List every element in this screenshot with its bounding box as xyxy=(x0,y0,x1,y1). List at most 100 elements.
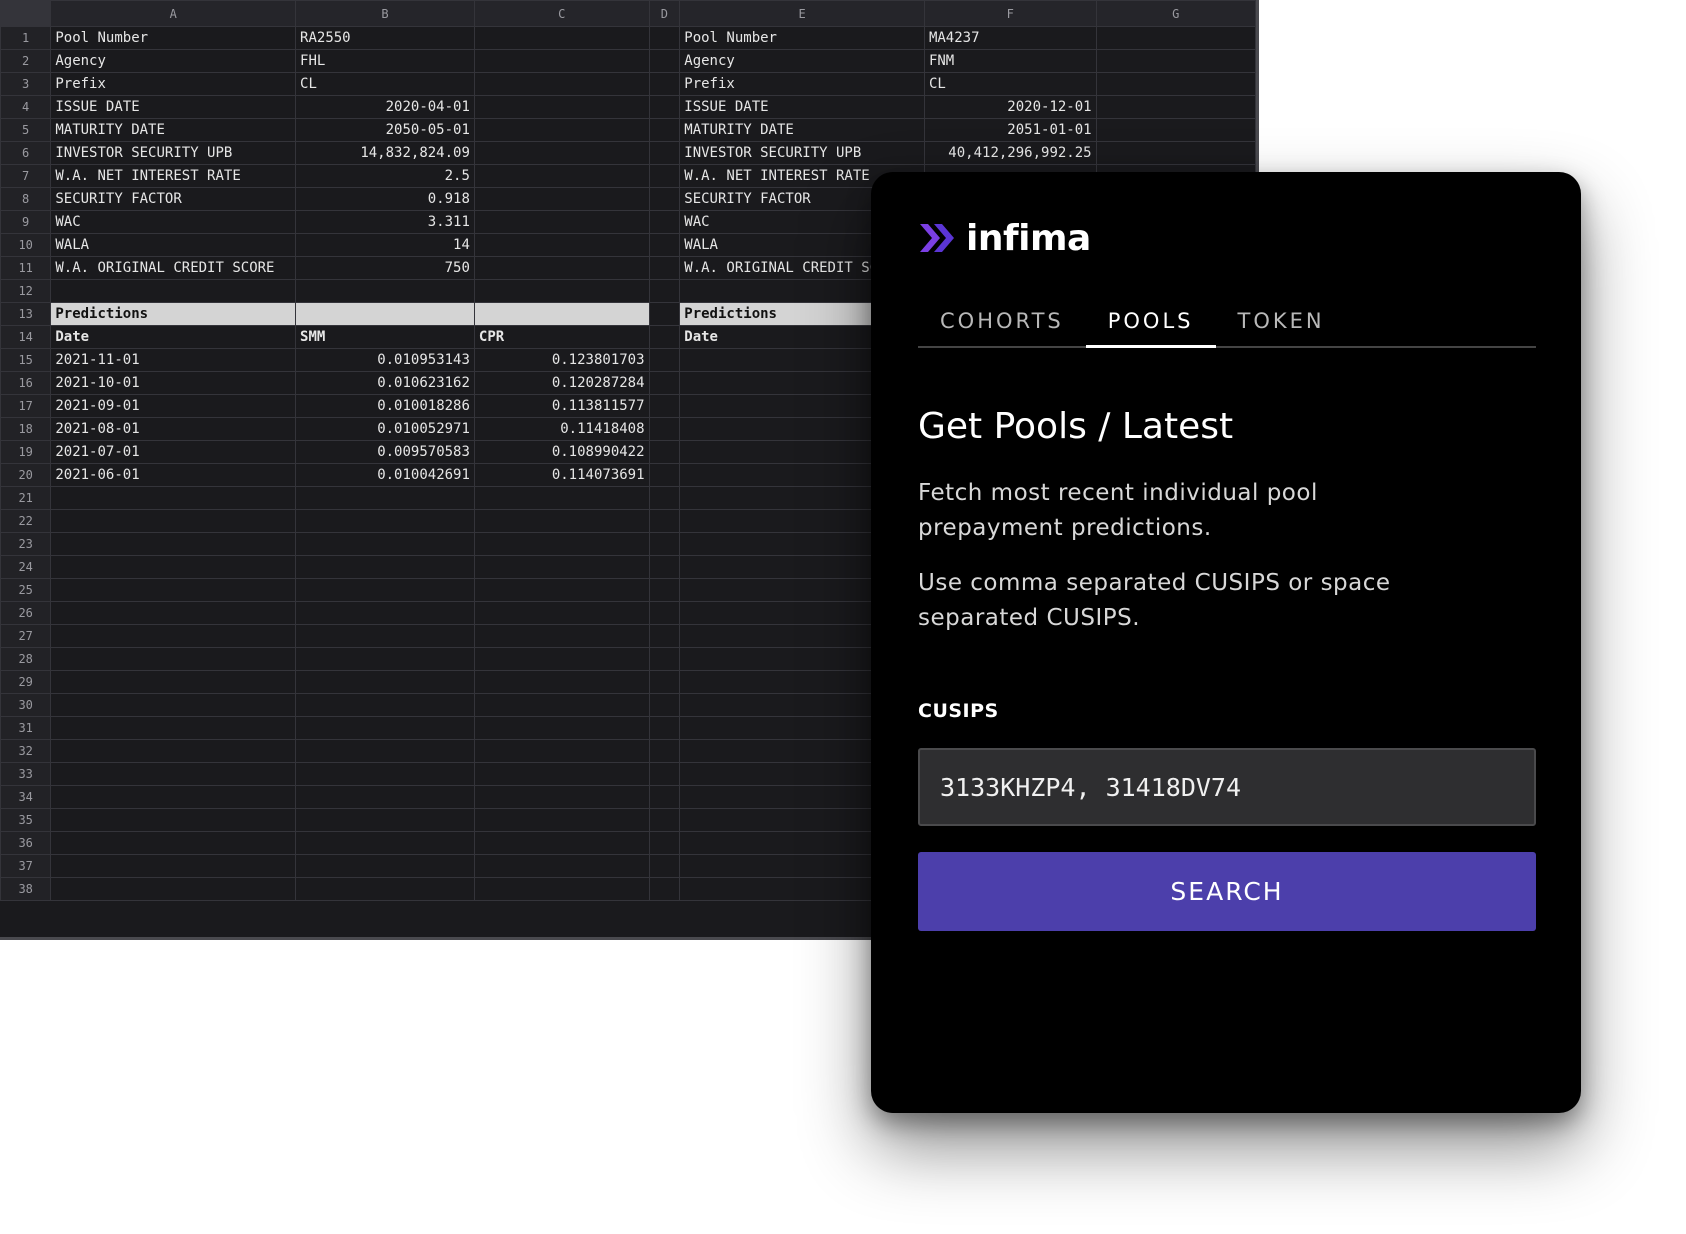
cell[interactable] xyxy=(648,739,681,763)
cell[interactable] xyxy=(473,555,650,579)
cusips-input[interactable] xyxy=(918,748,1536,826)
cell[interactable] xyxy=(295,762,475,786)
cell[interactable] xyxy=(648,118,681,142)
cell[interactable] xyxy=(648,325,681,349)
row-number[interactable]: 26 xyxy=(0,601,52,625)
cell[interactable]: 0.009570583 xyxy=(295,440,475,464)
cell[interactable] xyxy=(648,302,681,326)
cell[interactable]: 2020-12-01 xyxy=(923,95,1097,119)
row-number[interactable]: 27 xyxy=(0,624,52,648)
cell[interactable] xyxy=(473,831,650,855)
cell[interactable] xyxy=(648,371,681,395)
cell[interactable]: ISSUE DATE xyxy=(679,95,925,119)
tab-cohorts[interactable]: COHORTS xyxy=(918,296,1086,346)
cell[interactable] xyxy=(648,716,681,740)
cell[interactable] xyxy=(295,808,475,832)
cell[interactable]: Pool Number xyxy=(679,26,925,50)
cell[interactable] xyxy=(50,670,297,694)
cell[interactable] xyxy=(50,854,297,878)
cell[interactable]: 0.918 xyxy=(295,187,475,211)
cell[interactable]: Agency xyxy=(679,49,925,73)
cell[interactable] xyxy=(50,693,297,717)
cell[interactable] xyxy=(473,877,650,901)
cell[interactable]: 40,412,296,992.25 xyxy=(923,141,1097,165)
row-number[interactable]: 2 xyxy=(0,49,52,73)
cell[interactable] xyxy=(295,578,475,602)
cell[interactable] xyxy=(648,233,681,257)
cell[interactable] xyxy=(473,808,650,832)
cell[interactable] xyxy=(473,785,650,809)
cell[interactable]: 2.5 xyxy=(295,164,475,188)
cell[interactable] xyxy=(50,808,297,832)
cell[interactable]: Predictions xyxy=(50,302,297,326)
row-number[interactable]: 29 xyxy=(0,670,52,694)
cell[interactable] xyxy=(648,440,681,464)
row-number[interactable]: 24 xyxy=(0,555,52,579)
cell[interactable]: 2021-10-01 xyxy=(50,371,297,395)
row-number[interactable]: 33 xyxy=(0,762,52,786)
cell[interactable] xyxy=(473,716,650,740)
cell[interactable] xyxy=(648,578,681,602)
cell[interactable] xyxy=(50,624,297,648)
cell[interactable]: 0.123801703 xyxy=(473,348,650,372)
row-number[interactable]: 8 xyxy=(0,187,52,211)
cell[interactable] xyxy=(473,141,650,165)
cell[interactable] xyxy=(50,647,297,671)
row-number[interactable]: 3 xyxy=(0,72,52,96)
cell[interactable]: 14,832,824.09 xyxy=(295,141,475,165)
cell[interactable] xyxy=(473,854,650,878)
cell[interactable] xyxy=(648,509,681,533)
cell[interactable] xyxy=(648,555,681,579)
cell[interactable]: 2021-07-01 xyxy=(50,440,297,464)
cell[interactable] xyxy=(648,164,681,188)
column-header-e[interactable]: E xyxy=(679,0,925,27)
cell[interactable] xyxy=(1095,26,1256,50)
column-header-g[interactable]: G xyxy=(1095,0,1256,27)
cell[interactable] xyxy=(50,555,297,579)
cell[interactable] xyxy=(295,532,475,556)
cell[interactable] xyxy=(473,647,650,671)
cell[interactable] xyxy=(295,555,475,579)
row-number[interactable]: 4 xyxy=(0,95,52,119)
cell[interactable]: CPR xyxy=(473,325,650,349)
cell[interactable] xyxy=(295,279,475,303)
cell[interactable] xyxy=(473,739,650,763)
cell[interactable] xyxy=(648,279,681,303)
cell[interactable] xyxy=(648,854,681,878)
cell[interactable] xyxy=(295,877,475,901)
cell[interactable] xyxy=(648,601,681,625)
cell[interactable] xyxy=(295,486,475,510)
cell[interactable] xyxy=(50,762,297,786)
cell[interactable] xyxy=(648,49,681,73)
row-number[interactable]: 34 xyxy=(0,785,52,809)
row-number[interactable]: 6 xyxy=(0,141,52,165)
row-number[interactable]: 7 xyxy=(0,164,52,188)
cell[interactable] xyxy=(473,187,650,211)
cell[interactable] xyxy=(648,532,681,556)
cell[interactable]: INVESTOR SECURITY UPB xyxy=(50,141,297,165)
cell[interactable] xyxy=(1095,95,1256,119)
cell[interactable]: 0.114073691 xyxy=(473,463,650,487)
cell[interactable] xyxy=(473,26,650,50)
cell[interactable] xyxy=(50,716,297,740)
cell[interactable] xyxy=(473,670,650,694)
cell[interactable] xyxy=(1095,118,1256,142)
cell[interactable]: 0.108990422 xyxy=(473,440,650,464)
cell[interactable] xyxy=(295,509,475,533)
row-number[interactable]: 23 xyxy=(0,532,52,556)
cell[interactable]: 0.113811577 xyxy=(473,394,650,418)
cell[interactable] xyxy=(50,831,297,855)
row-number[interactable]: 20 xyxy=(0,463,52,487)
cell[interactable] xyxy=(648,463,681,487)
cell[interactable] xyxy=(50,486,297,510)
cell[interactable] xyxy=(648,141,681,165)
cell[interactable] xyxy=(473,95,650,119)
cell[interactable] xyxy=(473,118,650,142)
cell[interactable]: 0.010953143 xyxy=(295,348,475,372)
cell[interactable] xyxy=(648,647,681,671)
cell[interactable] xyxy=(473,164,650,188)
cell[interactable] xyxy=(473,233,650,257)
cell[interactable]: 2021-06-01 xyxy=(50,463,297,487)
cell[interactable] xyxy=(50,509,297,533)
row-number[interactable]: 15 xyxy=(0,348,52,372)
